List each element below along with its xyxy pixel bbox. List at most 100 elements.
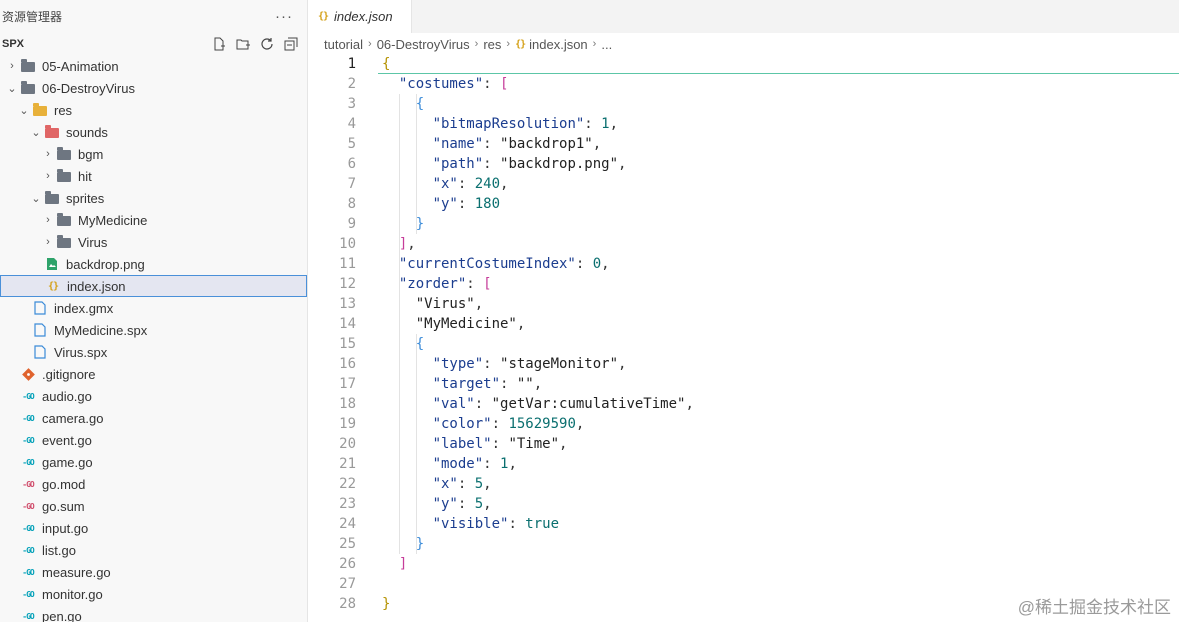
code-line: 4 "bitmapResolution": 1,: [308, 114, 1179, 134]
code-token: ,: [483, 496, 492, 512]
tree-item[interactable]: backdrop.png: [0, 253, 307, 275]
tree-item[interactable]: index.gmx: [0, 297, 307, 319]
chevron-right-icon: ›: [10, 60, 14, 72]
tree-item[interactable]: ⌄ sprites: [0, 187, 307, 209]
tree-item[interactable]: -GO list.go: [0, 539, 307, 561]
tree-item[interactable]: Virus.spx: [0, 341, 307, 363]
chevron-right-icon: ›: [46, 214, 50, 226]
go-file-icon: -GO: [22, 391, 34, 401]
tree-item[interactable]: -GO measure.go: [0, 561, 307, 583]
tree-item[interactable]: ⌄ sounds: [0, 121, 307, 143]
tree-item[interactable]: -GO monitor.go: [0, 583, 307, 605]
tree-item[interactable]: -GO go.sum: [0, 495, 307, 517]
code-text: "Virus",: [382, 294, 483, 314]
tree-item-label: Virus: [78, 234, 108, 250]
tree-item[interactable]: MyMedicine.spx: [0, 319, 307, 341]
code-token: "visible": [432, 516, 509, 532]
chevron-right-icon: ›: [46, 148, 50, 160]
code-token: 240: [474, 176, 501, 192]
code-line: 7 "x": 240,: [308, 174, 1179, 194]
breadcrumb-item[interactable]: tutorial: [324, 37, 363, 52]
tree-item-label: index.gmx: [54, 300, 114, 316]
code-token: "stageMonitor": [500, 356, 619, 372]
code-token: :: [575, 256, 593, 272]
code-text: ]: [382, 554, 407, 574]
more-actions-icon[interactable]: ···: [275, 8, 293, 25]
workspace-root-label: SPX: [2, 38, 25, 50]
tree-item[interactable]: -GO audio.go: [0, 385, 307, 407]
code-text: "x": 240,: [382, 174, 509, 194]
tree-item[interactable]: .gitignore: [0, 363, 307, 385]
tree-item[interactable]: -GO camera.go: [0, 407, 307, 429]
chevron-right-icon: ›: [592, 38, 597, 50]
workspace-root[interactable]: SPX: [0, 33, 307, 55]
breadcrumb-item[interactable]: ...: [601, 37, 612, 52]
go-file-icon: -GO: [22, 611, 34, 621]
chevron-down-icon: ⌄: [31, 126, 41, 139]
breadcrumb-item[interactable]: index.json: [529, 37, 588, 52]
new-folder-icon[interactable]: [235, 36, 251, 52]
code-token: ]: [398, 556, 408, 572]
tree-item[interactable]: -GO game.go: [0, 451, 307, 473]
tree-item[interactable]: › 05-Animation: [0, 55, 307, 77]
code-token: ,: [508, 456, 517, 472]
code-token: ,: [601, 256, 610, 272]
breadcrumb-item[interactable]: 06-DestroyVirus: [377, 37, 470, 52]
code-token: :: [500, 376, 517, 392]
folder-icon: [56, 146, 72, 162]
code-token: :: [457, 496, 475, 512]
tree-item[interactable]: › hit: [0, 165, 307, 187]
tree-item[interactable]: {} index.json: [0, 275, 307, 297]
explorer-header: 资源管理器 ···: [0, 0, 307, 33]
tree-item-label: camera.go: [42, 410, 104, 426]
folder-icon: [44, 124, 60, 140]
code-line: 18 "val": "getVar:cumulativeTime",: [308, 394, 1179, 414]
code-text: "MyMedicine",: [382, 314, 526, 334]
tree-item-label: go.mod: [42, 476, 86, 492]
folder-icon: [56, 234, 72, 250]
tree-item[interactable]: › MyMedicine: [0, 209, 307, 231]
tree-item[interactable]: -GO go.mod: [0, 473, 307, 495]
chevron-right-icon: ›: [474, 38, 479, 50]
tree-item[interactable]: -GO event.go: [0, 429, 307, 451]
code-text: "path": "backdrop.png",: [382, 154, 627, 174]
line-number: 19: [339, 416, 356, 432]
code-line: 3 {: [308, 94, 1179, 114]
tree-item[interactable]: -GO input.go: [0, 517, 307, 539]
tree-item[interactable]: ⌄ res: [0, 99, 307, 121]
tree-item-label: event.go: [42, 432, 92, 448]
code-line: 1{: [308, 54, 1179, 74]
code-token: :: [483, 456, 501, 472]
code-editor[interactable]: 1{2 "costumes": [3 {4 "bitmapResolution"…: [308, 54, 1179, 614]
tree-item-label: measure.go: [42, 564, 111, 580]
code-token: ,: [592, 136, 602, 152]
go-file-icon: -GO: [22, 545, 34, 555]
code-token: "y": [432, 496, 458, 512]
code-text: "target": "",: [382, 374, 543, 394]
code-token: :: [508, 516, 526, 532]
line-number: 1: [347, 56, 356, 72]
tree-item[interactable]: › Virus: [0, 231, 307, 253]
go-file-icon: -GO: [22, 457, 34, 467]
tree-item[interactable]: ⌄ 06-DestroyVirus: [0, 77, 307, 99]
tab-index-json[interactable]: {} index.json: [308, 0, 412, 33]
refresh-icon[interactable]: [259, 36, 275, 52]
tree-item-label: .gitignore: [42, 366, 96, 382]
line-number: 17: [339, 376, 356, 392]
code-line: 21 "mode": 1,: [308, 454, 1179, 474]
code-line: 12 "zorder": [: [308, 274, 1179, 294]
file-icon: [32, 344, 48, 360]
code-token: "mode": [432, 456, 484, 472]
collapse-all-icon[interactable]: [283, 36, 299, 52]
line-number: 13: [339, 296, 356, 312]
tree-item[interactable]: › bgm: [0, 143, 307, 165]
tree-item-label: backdrop.png: [66, 256, 145, 272]
new-file-icon[interactable]: [211, 36, 227, 52]
json-file-icon: {}: [318, 11, 329, 22]
code-text: {: [382, 334, 424, 354]
line-number: 6: [347, 156, 356, 172]
tree-item[interactable]: -GO pen.go: [0, 605, 307, 622]
breadcrumb-item[interactable]: res: [483, 37, 501, 52]
